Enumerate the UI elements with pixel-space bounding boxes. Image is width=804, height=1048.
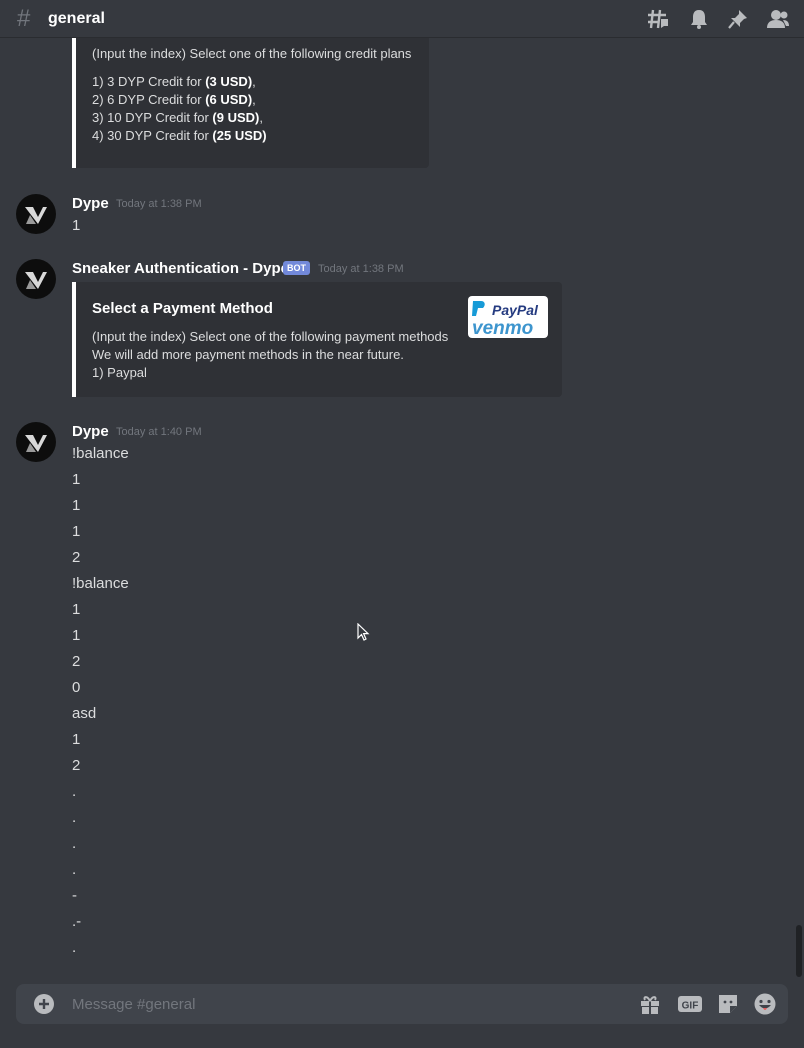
avatar[interactable]: [16, 259, 56, 299]
threads-icon[interactable]: [647, 9, 669, 29]
message-text: .: [72, 939, 77, 956]
messages-area[interactable]: (Input the index) Select one of the foll…: [0, 38, 795, 980]
credit-plan-3: 3) 10 DYP Credit for (9 USD),: [92, 110, 263, 125]
bot-badge: BOT: [283, 261, 310, 275]
message-input[interactable]: [72, 984, 612, 1024]
message-text: 1: [72, 523, 81, 540]
upload-plus-icon[interactable]: [32, 992, 56, 1016]
message-text: 1: [72, 731, 81, 748]
members-icon[interactable]: [766, 9, 789, 29]
message-text: .: [72, 861, 77, 878]
message-text: 1: [72, 627, 81, 644]
message-text: 1: [72, 471, 81, 488]
channel-hash-icon: #: [17, 5, 31, 32]
paypal-venmo-logo[interactable]: PayPal venmo: [468, 296, 548, 338]
avatar[interactable]: [16, 194, 56, 234]
message-timestamp: Today at 1:38 PM: [318, 263, 404, 275]
channel-header: # general: [0, 0, 804, 38]
pin-icon[interactable]: [727, 9, 749, 29]
emoji-icon[interactable]: [753, 992, 777, 1016]
message-text: 1: [72, 601, 81, 618]
message-author[interactable]: Dype: [72, 423, 109, 440]
dype-logo-icon: [25, 435, 47, 452]
message-author[interactable]: Dype: [72, 195, 109, 212]
message-text: 1: [72, 497, 81, 514]
mouse-cursor-icon: [357, 622, 371, 643]
message-text: 2: [72, 757, 81, 774]
message-text: 0: [72, 679, 81, 696]
message-timestamp: Today at 1:38 PM: [116, 198, 202, 210]
message-text: .: [72, 809, 77, 826]
credit-plan-4: 4) 30 DYP Credit for (25 USD): [92, 128, 267, 143]
message-author[interactable]: Sneaker Authentication - Dype: [72, 260, 289, 277]
dype-logo-icon: [25, 272, 47, 289]
messages-scrollbar[interactable]: [796, 925, 802, 977]
sticker-icon[interactable]: [716, 992, 740, 1016]
message-text: .: [72, 835, 77, 852]
message-text: .-: [72, 913, 82, 930]
message-text: .: [72, 783, 77, 800]
embed-description: (Input the index) Select one of the foll…: [92, 46, 412, 61]
gif-icon[interactable]: GIF: [677, 992, 703, 1016]
gift-icon[interactable]: [638, 992, 662, 1016]
payment-method-embed: Select a Payment Method (Input the index…: [72, 282, 562, 397]
channel-name: general: [48, 10, 105, 27]
embed-description: (Input the index) Select one of the foll…: [92, 329, 449, 344]
embed-title: Select a Payment Method: [92, 300, 273, 317]
credit-plan-1: 1) 3 DYP Credit for (3 USD),: [92, 74, 256, 89]
svg-text:PayPal: PayPal: [492, 302, 539, 318]
message-text: 2: [72, 653, 81, 670]
message-text: asd: [72, 705, 97, 722]
message-timestamp: Today at 1:40 PM: [116, 426, 202, 438]
dype-logo-icon: [25, 207, 47, 224]
credit-plans-embed: (Input the index) Select one of the foll…: [72, 38, 429, 168]
message-text: 1: [72, 217, 81, 234]
message-text: !balance: [72, 575, 129, 592]
message-composer: GIF: [16, 984, 788, 1024]
svg-text:venmo: venmo: [472, 318, 533, 338]
message-text: -: [72, 887, 77, 904]
embed-description: We will add more payment methods in the …: [92, 347, 404, 362]
message-text: !balance: [72, 445, 129, 462]
svg-text:GIF: GIF: [682, 1001, 699, 1012]
message-text: 2: [72, 549, 81, 566]
bell-icon[interactable]: [688, 9, 710, 29]
payment-option-1: 1) Paypal: [92, 365, 147, 380]
avatar[interactable]: [16, 422, 56, 462]
credit-plan-2: 2) 6 DYP Credit for (6 USD),: [92, 92, 256, 107]
